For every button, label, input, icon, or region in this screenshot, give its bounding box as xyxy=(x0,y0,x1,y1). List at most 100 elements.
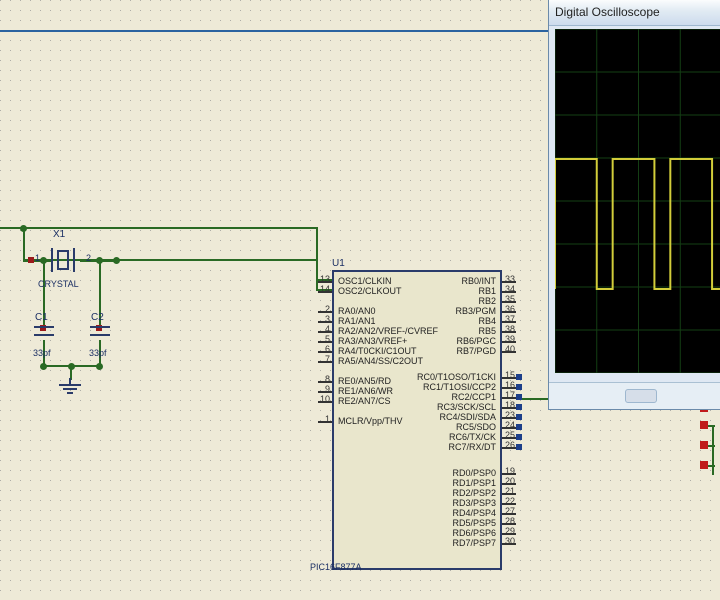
wire xyxy=(703,445,715,447)
crystal-ref: X1 xyxy=(53,229,65,240)
pin-label: RB7/PGD xyxy=(338,346,496,356)
junction xyxy=(20,225,27,232)
crystal-pin2: 2 xyxy=(86,253,91,263)
ground-symbol[interactable] xyxy=(63,378,79,396)
capacitor-c1[interactable] xyxy=(34,326,54,340)
pin-stub xyxy=(502,377,516,379)
pin-number: 14 xyxy=(312,284,330,294)
pin-label: RC7/RX/DT xyxy=(338,442,496,452)
pin-label: RB3/PGM xyxy=(338,306,496,316)
pin-number: 23 xyxy=(505,410,515,420)
pin-number: 6 xyxy=(312,344,330,354)
wire xyxy=(316,259,318,290)
pin-number: 1 xyxy=(312,414,330,424)
crystal-pin1: 1 xyxy=(35,253,40,263)
pin-number: 36 xyxy=(505,304,515,314)
pin-stub xyxy=(502,397,516,399)
pin-stub xyxy=(502,483,516,485)
junction xyxy=(68,363,75,370)
crystal-value: CRYSTAL xyxy=(38,279,79,289)
pin-label: RC5/SDO xyxy=(338,422,496,432)
pin-stub xyxy=(502,533,516,535)
pin-stub xyxy=(502,427,516,429)
titlebar[interactable]: Digital Oscilloscope xyxy=(549,0,720,26)
pin-label: RD4/PSP4 xyxy=(338,508,496,518)
pin-stub xyxy=(502,321,516,323)
pin-terminal-icon xyxy=(516,394,522,400)
handle-marker xyxy=(40,325,46,331)
c2-ref: C2 xyxy=(91,312,104,323)
pin-label: RD5/PSP5 xyxy=(338,518,496,528)
probe-marker xyxy=(700,421,708,429)
wire xyxy=(703,465,715,467)
capacitor-c2[interactable] xyxy=(90,326,110,340)
pin-label: RB6/PGC xyxy=(338,336,496,346)
pin-terminal-icon xyxy=(516,404,522,410)
pin-label: RC1/T1OSI/CCP2 xyxy=(338,382,496,392)
wire xyxy=(43,340,45,367)
pin-number: 18 xyxy=(505,400,515,410)
crystal-symbol[interactable] xyxy=(51,248,81,272)
pin-number: 35 xyxy=(505,294,515,304)
pin-number: 40 xyxy=(505,344,515,354)
pin-stub xyxy=(318,291,332,293)
pin-terminal-icon xyxy=(516,384,522,390)
pin-stub xyxy=(318,351,332,353)
pin-stub xyxy=(502,351,516,353)
pin-stub xyxy=(502,513,516,515)
pin-number: 38 xyxy=(505,324,515,334)
pin-number: 7 xyxy=(312,354,330,364)
pin-stub xyxy=(502,387,516,389)
pin-terminal-icon xyxy=(516,374,522,380)
pin-label: RC4/SDI/SDA xyxy=(338,412,496,422)
pin-stub xyxy=(502,341,516,343)
pin-label: RC2/CCP1 xyxy=(338,392,496,402)
pin-label: RD3/PSP3 xyxy=(338,498,496,508)
pin-label: RB4 xyxy=(338,316,496,326)
pin-number: 3 xyxy=(312,314,330,324)
pin-number: 10 xyxy=(312,394,330,404)
pin-label: RD0/PSP0 xyxy=(338,468,496,478)
junction xyxy=(40,257,47,264)
wire xyxy=(703,425,715,427)
junction xyxy=(113,257,120,264)
scroll-thumb[interactable] xyxy=(625,389,657,403)
pin-stub xyxy=(502,407,516,409)
wire xyxy=(116,259,118,261)
wire xyxy=(80,260,118,262)
pin-number: 19 xyxy=(505,466,515,476)
pin-stub xyxy=(502,447,516,449)
wire xyxy=(0,227,318,229)
pin-number: 4 xyxy=(312,324,330,334)
wire xyxy=(70,365,72,380)
pin-terminal-icon xyxy=(516,414,522,420)
pin-number: 33 xyxy=(505,274,515,284)
chip-ref: U1 xyxy=(332,258,345,269)
pin-label: RC3/SCK/SCL xyxy=(338,402,496,412)
pin-terminal-icon xyxy=(516,424,522,430)
pin-stub xyxy=(318,281,332,283)
pin-stub xyxy=(318,331,332,333)
pin-stub xyxy=(502,493,516,495)
pin-stub xyxy=(502,503,516,505)
handle-marker xyxy=(28,257,34,263)
wire xyxy=(99,259,101,328)
pin-stub xyxy=(502,437,516,439)
oscilloscope-window[interactable]: Digital Oscilloscope xyxy=(548,0,720,410)
wire xyxy=(712,425,714,475)
wire xyxy=(23,227,25,262)
pin-number: 9 xyxy=(312,384,330,394)
oscilloscope-screen[interactable] xyxy=(555,29,720,373)
pin-number: 34 xyxy=(505,284,515,294)
pin-number: 26 xyxy=(505,440,515,450)
pin-stub xyxy=(502,523,516,525)
pin-number: 17 xyxy=(505,390,515,400)
wire xyxy=(316,279,332,281)
c2-value: 33pf xyxy=(89,348,107,358)
pin-number: 20 xyxy=(505,476,515,486)
pin-stub xyxy=(502,301,516,303)
window-title: Digital Oscilloscope xyxy=(555,5,660,19)
pin-stub xyxy=(502,417,516,419)
pin-stub xyxy=(318,341,332,343)
pin-label: RB0/INT xyxy=(338,276,496,286)
